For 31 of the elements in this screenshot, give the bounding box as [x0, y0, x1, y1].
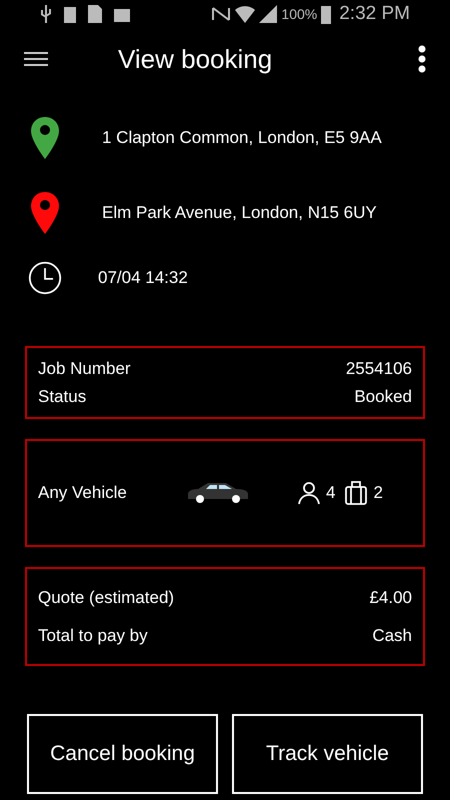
field-value: 2554106 [346, 358, 412, 380]
person-icon [298, 481, 320, 505]
menu-button[interactable] [24, 49, 48, 69]
field-value: Booked [354, 386, 412, 408]
action-button[interactable]: Track vehicle [232, 714, 423, 794]
page-title: View booking [118, 42, 272, 76]
more-options-icon[interactable] [418, 45, 426, 73]
wifi-icon [235, 5, 256, 23]
field-label: Total to pay by [38, 624, 148, 646]
usb-icon [40, 5, 52, 23]
sim-icon [88, 5, 102, 23]
route-text: 07/04 14:32 [98, 267, 188, 290]
route-text: 1 Clapton Common, London, E5 9AA [102, 126, 382, 149]
clock-icon [28, 259, 62, 297]
car-icon [186, 482, 250, 504]
luggage-count: 2 [373, 482, 383, 504]
luggage-icon [345, 481, 368, 505]
vehicle-name: Any Vehicle [38, 482, 128, 504]
clock-time: 2:32 PM [339, 2, 410, 26]
field-value: £4.00 [369, 587, 412, 609]
field-label: Quote (estimated) [38, 587, 174, 609]
battery-icon [64, 5, 76, 23]
field-value: Cash [372, 624, 412, 646]
battery-icon [321, 4, 332, 24]
action-button[interactable]: Cancel booking [27, 714, 218, 794]
route-text: Elm Park Avenue, London, N15 6UY [102, 202, 377, 224]
signal-icon [259, 5, 278, 23]
passenger-count: 4 [326, 482, 336, 504]
field-label: Job Number [38, 358, 131, 380]
field-label: Status [38, 386, 86, 408]
battery-percent: 100% [281, 4, 318, 24]
